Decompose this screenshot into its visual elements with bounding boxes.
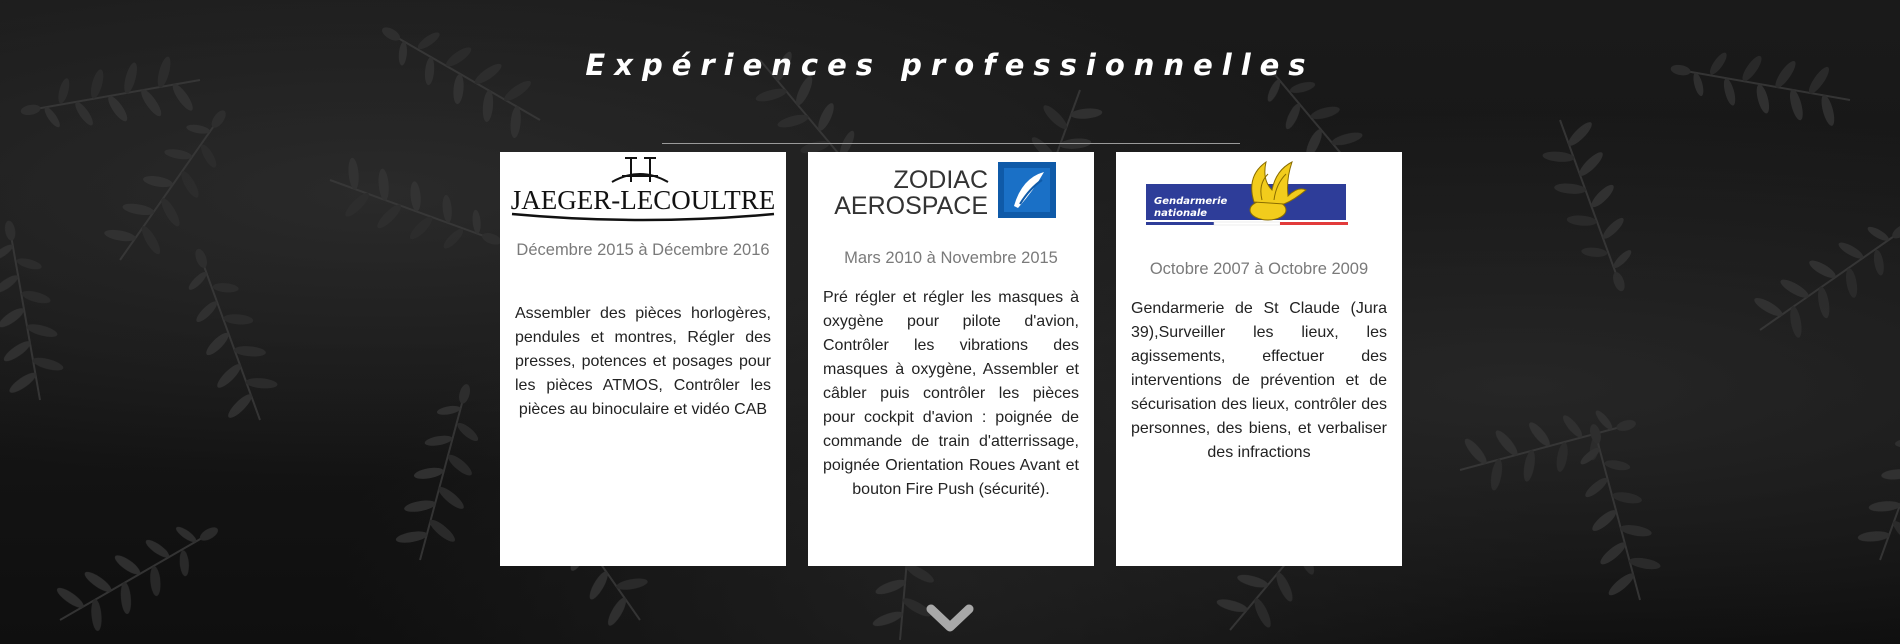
gendarmerie-logo: Gendarmerie nationale xyxy=(1116,156,1402,232)
experience-dates: Décembre 2015 à Décembre 2016 xyxy=(516,241,770,259)
experience-card-jaeger-lecoultre: JAEGER-LECOULTRE Décembre 2015 à Décembr… xyxy=(500,152,786,566)
experience-card-gendarmerie: Gendarmerie nationale Octobre 2007 à Oct… xyxy=(1116,152,1402,566)
zodiac-wordmark-line2: AEROSPACE xyxy=(834,192,988,220)
experience-dates: Mars 2010 à Novembre 2015 xyxy=(844,249,1058,267)
jaeger-lecoultre-wordmark: JAEGER-LECOULTRE xyxy=(511,185,776,215)
zodiac-aerospace-logo: ZODIAC AEROSPACE xyxy=(808,160,1094,220)
experience-description: Pré régler et régler les masques à oxygè… xyxy=(823,289,1079,498)
jaeger-lecoultre-logo: JAEGER-LECOULTRE xyxy=(500,154,786,222)
chevron-down-icon[interactable] xyxy=(925,603,975,637)
gendarmerie-wordmark-line1: Gendarmerie xyxy=(1154,196,1228,207)
title-divider xyxy=(662,143,1240,144)
zodiac-wordmark-line1: ZODIAC xyxy=(894,166,988,194)
experience-description: Gendarmerie de St Claude (Jura 39),Surve… xyxy=(1131,300,1387,461)
gendarmerie-wordmark-line2: nationale xyxy=(1154,208,1207,219)
experience-card-zodiac-aerospace: ZODIAC AEROSPACE Mars 2010 à Novembre 20… xyxy=(808,152,1094,566)
section-title: Expériences professionnelles xyxy=(585,48,1315,82)
experience-description: Assembler des pièces horlogères, pendule… xyxy=(515,305,771,418)
experience-dates: Octobre 2007 à Octobre 2009 xyxy=(1149,260,1369,278)
